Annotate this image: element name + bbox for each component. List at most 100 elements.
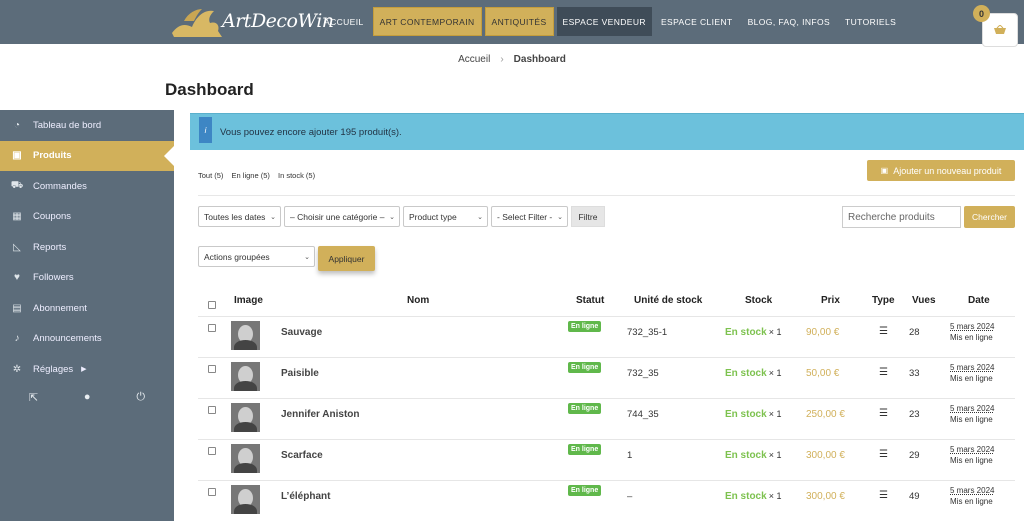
published-label: Mis en ligne xyxy=(950,374,993,383)
product-sku: 732_35-1 xyxy=(627,327,668,338)
stock-status: En stock × 1 xyxy=(725,409,781,420)
product-name[interactable]: Paisible xyxy=(281,368,319,379)
bell-icon: ♪ xyxy=(14,333,20,345)
product-price: 300,00 € xyxy=(806,450,845,461)
chevron-down-icon: ⌄ xyxy=(389,214,395,221)
published-label: Mis en ligne xyxy=(950,456,993,465)
product-thumbnail[interactable] xyxy=(231,321,260,350)
sidebar-item-abonnement[interactable]: ▤ Abonnement xyxy=(0,293,174,324)
sidebar-item-reglages[interactable]: ✲ Réglages ▶ xyxy=(0,354,174,385)
chart-icon: ◺ xyxy=(13,241,21,253)
col-price[interactable]: Prix xyxy=(821,295,840,306)
apply-button[interactable]: Appliquer xyxy=(318,246,375,271)
row-checkbox[interactable] xyxy=(208,365,216,373)
power-icon[interactable]: ⏻ xyxy=(136,391,145,404)
briefcase-icon: ▣ xyxy=(880,166,889,175)
product-price: 250,00 € xyxy=(806,409,845,420)
filter-in-stock-link[interactable]: In stock (5) xyxy=(278,171,315,180)
product-name[interactable]: Sauvage xyxy=(281,327,322,338)
table-header: Image Nom Statut Unité de stock Stock Pr… xyxy=(198,295,1015,311)
sidebar-item-announcements[interactable]: ♪ Announcements xyxy=(0,324,174,355)
dates-select[interactable]: Toutes les dates ⌄ xyxy=(198,206,281,227)
sidebar-item-label: Coupons xyxy=(33,211,72,223)
dates-select-value: Toutes les dates xyxy=(204,211,266,222)
row-checkbox[interactable] xyxy=(208,447,216,455)
product-type-select[interactable]: Product type ⌄ xyxy=(403,206,488,227)
col-sku[interactable]: Unité de stock xyxy=(634,295,702,306)
product-date: 5 mars 2024 Mis en ligne xyxy=(950,403,994,425)
breadcrumb-home[interactable]: Accueil xyxy=(458,54,490,65)
select-filter-dropdown[interactable]: - Select Filter - ⌄ xyxy=(491,206,568,227)
chevron-down-icon: ⌄ xyxy=(270,214,276,221)
menu-lines-icon: ☰ xyxy=(879,490,888,501)
nav-espace-client[interactable]: ESPACE CLIENT xyxy=(655,7,739,36)
status-filter-links: Tout (5) En ligne (5) In stock (5) xyxy=(198,171,321,180)
published-label: Mis en ligne xyxy=(950,497,993,506)
row-checkbox[interactable] xyxy=(208,324,216,332)
chevron-down-icon: ⌄ xyxy=(304,254,310,261)
status-badge: En ligne xyxy=(568,321,602,332)
date-value: 5 mars 2024 xyxy=(950,445,995,454)
product-views: 29 xyxy=(909,450,920,461)
nav-espace-vendeur[interactable]: ESPACE VENDEUR xyxy=(556,7,652,36)
sidebar-item-commandes[interactable]: ⛟ Commandes xyxy=(0,171,174,202)
sidebar-item-produits[interactable]: ▣ Produits xyxy=(0,140,174,171)
product-thumbnail[interactable] xyxy=(231,403,260,432)
product-name[interactable]: Scarface xyxy=(281,450,323,461)
product-name[interactable]: Jennifer Aniston xyxy=(281,409,360,420)
col-date[interactable]: Date xyxy=(968,295,990,306)
product-views: 23 xyxy=(909,409,920,420)
stock-qty: × 1 xyxy=(768,450,782,460)
sidebar-item-label: Produits xyxy=(33,150,72,162)
category-select[interactable]: – Choisir une catégorie – ⌄ xyxy=(284,206,400,227)
stock-status: En stock × 1 xyxy=(725,368,781,379)
product-views: 49 xyxy=(909,491,920,502)
sidebar-item-coupons[interactable]: ▦ Coupons xyxy=(0,202,174,233)
stock-status: En stock × 1 xyxy=(725,491,781,502)
menu-lines-icon: ☰ xyxy=(879,449,888,460)
stock-qty: × 1 xyxy=(768,491,782,501)
gear-icon: ✲ xyxy=(12,363,22,375)
search-button[interactable]: Chercher xyxy=(964,206,1015,228)
menu-lines-icon: ☰ xyxy=(879,326,888,337)
bulk-actions-select[interactable]: Actions groupées ⌄ xyxy=(198,246,315,267)
filter-all-link[interactable]: Tout (5) xyxy=(198,171,223,180)
gift-icon: ▦ xyxy=(12,211,22,223)
sidebar-item-tableau-de-bord[interactable]: ◔ Tableau de bord xyxy=(0,110,174,141)
user-icon[interactable]: ● xyxy=(84,391,91,404)
select-all-checkbox[interactable] xyxy=(208,301,216,309)
col-type: Type xyxy=(872,295,895,306)
sidebar-item-label: Abonnement xyxy=(33,302,87,314)
product-date: 5 mars 2024 Mis en ligne xyxy=(950,321,994,343)
sidebar-item-reports[interactable]: ◺ Reports xyxy=(0,232,174,263)
add-product-button[interactable]: ▣ Ajouter un nouveau produit xyxy=(867,160,1015,181)
stock-qty: × 1 xyxy=(768,409,782,419)
table-row: Sauvage En ligne 732_35-1 En stock × 1 90… xyxy=(198,316,1015,357)
breadcrumb: Accueil › Dashboard xyxy=(0,54,1024,65)
product-type-select-value: Product type xyxy=(409,211,457,222)
filter-button[interactable]: Filtre xyxy=(571,206,605,227)
nav-accueil[interactable]: ACCUEIL xyxy=(318,7,370,36)
sidebar: ◔ Tableau de bord ▣ Produits ⛟ Commandes ▦ C… xyxy=(0,110,174,521)
external-link-icon[interactable]: ⇱ xyxy=(29,391,38,404)
nav-art-contemporain[interactable]: ART CONTEMPORAIN xyxy=(372,7,482,36)
col-name[interactable]: Nom xyxy=(407,295,429,306)
row-checkbox[interactable] xyxy=(208,488,216,496)
sidebar-item-label: Tableau de bord xyxy=(33,119,102,131)
top-navbar: ArtDecoWin ACCUEIL ART CONTEMPORAIN ANTI… xyxy=(0,0,1024,44)
filter-online-link[interactable]: En ligne (5) xyxy=(232,171,270,180)
product-thumbnail[interactable] xyxy=(231,444,260,473)
col-views: Vues xyxy=(912,295,936,306)
logo-text[interactable]: ArtDecoWin xyxy=(222,10,334,32)
nav-antiquites[interactable]: ANTIQUITÉS xyxy=(484,7,554,36)
product-thumbnail[interactable] xyxy=(231,362,260,391)
row-checkbox[interactable] xyxy=(208,406,216,414)
sidebar-item-followers[interactable]: ♥ Followers xyxy=(0,263,174,294)
nav-tutoriels[interactable]: TUTORIELS xyxy=(839,7,902,36)
product-thumbnail[interactable] xyxy=(231,485,260,514)
nav-blog-faq[interactable]: BLOG, FAQ, INFOS xyxy=(742,7,836,36)
product-name[interactable]: L’éléphant xyxy=(281,491,330,502)
search-input[interactable]: Recherche produits xyxy=(842,206,961,228)
status-badge: En ligne xyxy=(568,444,602,455)
date-value: 5 mars 2024 xyxy=(950,486,995,495)
